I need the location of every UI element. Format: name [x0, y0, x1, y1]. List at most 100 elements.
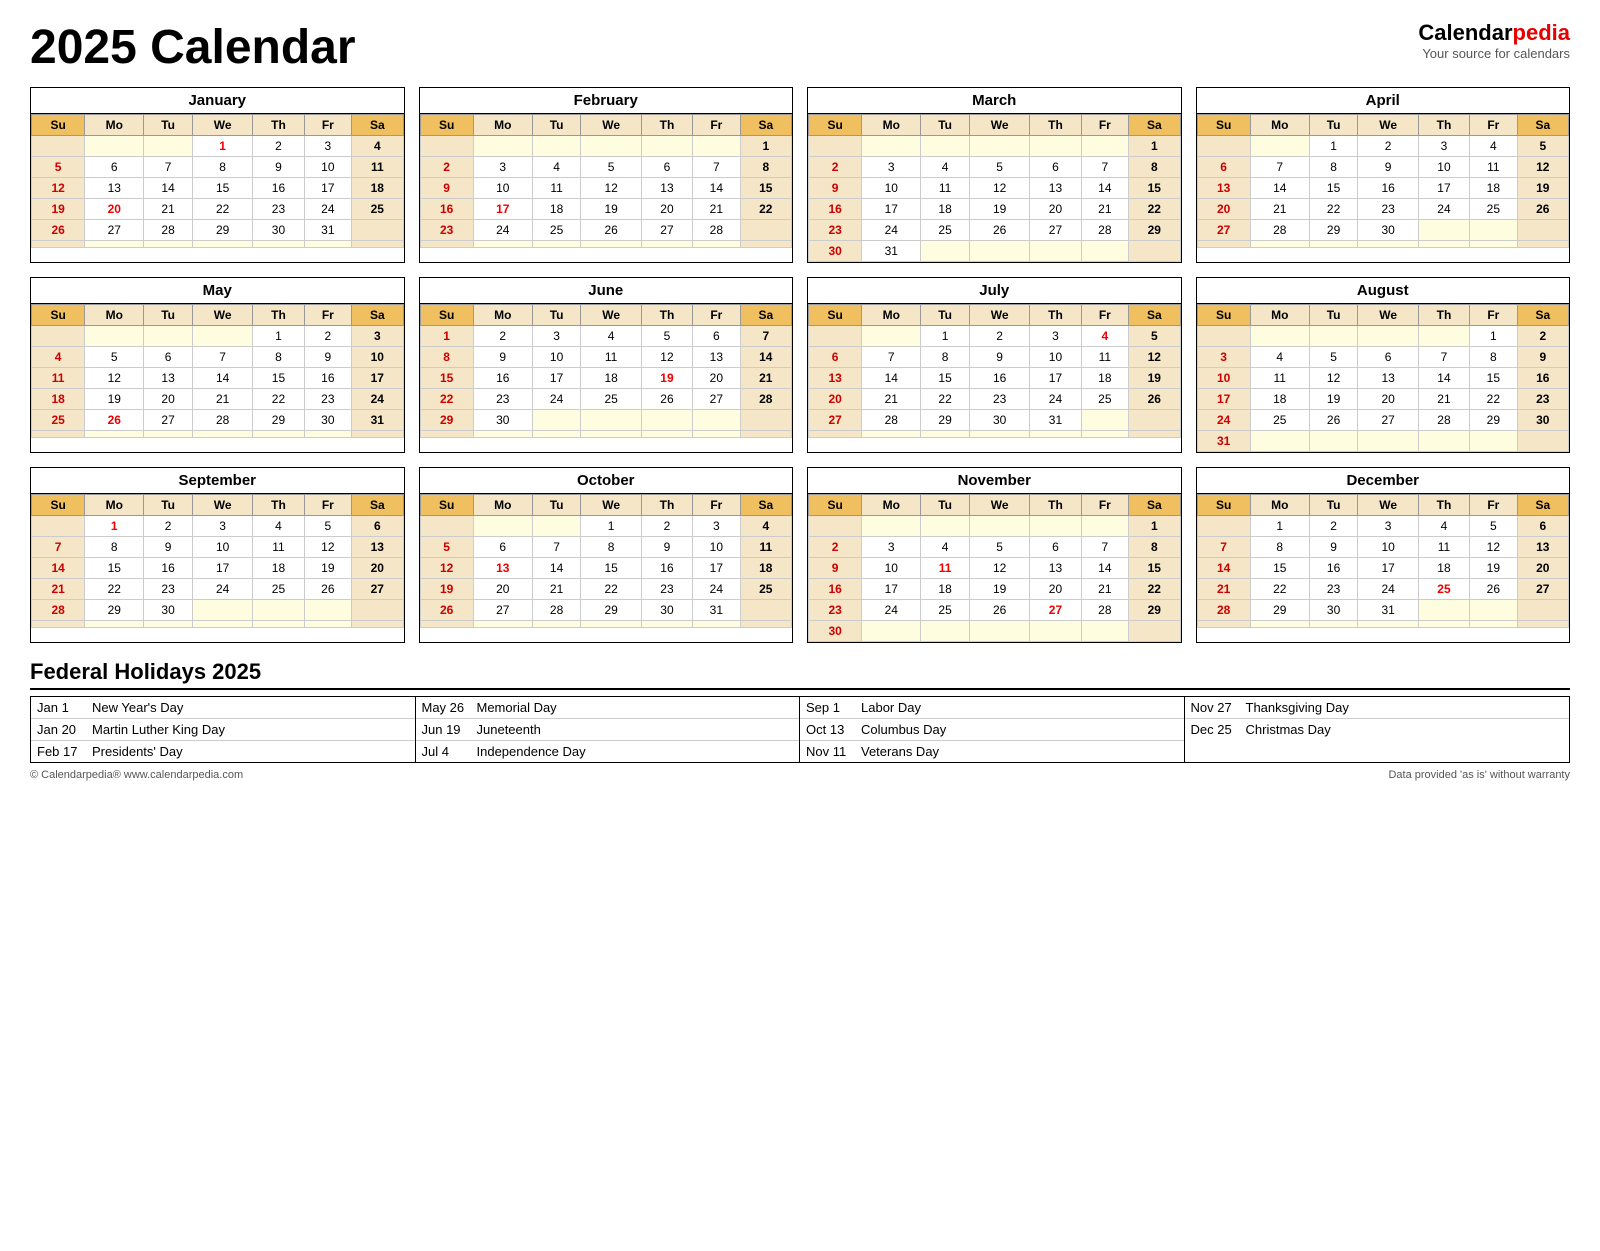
- calendar-cell: 9: [304, 347, 351, 368]
- calendar-cell: 7: [862, 347, 921, 368]
- calendar-cell: 19: [32, 199, 85, 220]
- calendar-cell: 8: [581, 537, 641, 558]
- calendar-cell: 4: [1250, 347, 1309, 368]
- month-title-october: October: [420, 468, 793, 494]
- calendar-cell: 28: [1081, 600, 1128, 621]
- calendar-cell: 8: [1129, 157, 1180, 178]
- calendar-cell: 24: [473, 220, 532, 241]
- calendar-cell: 2: [144, 516, 193, 537]
- calendar-cell: 29: [1470, 410, 1517, 431]
- calendar-cell: 18: [352, 178, 403, 199]
- holiday-date: Jan 20: [37, 722, 92, 737]
- calendar-cell: 18: [921, 199, 970, 220]
- calendar-cell: 12: [969, 178, 1029, 199]
- calendar-cell: 21: [862, 389, 921, 410]
- calendar-cell: 4: [1470, 136, 1517, 157]
- calendar-cell: 14: [144, 178, 193, 199]
- calendar-cell: 15: [1470, 368, 1517, 389]
- weekday-header-sa: Sa: [740, 115, 791, 136]
- holidays-section: Federal Holidays 2025 Jan 1New Year's Da…: [30, 659, 1570, 763]
- calendar-cell: 29: [1129, 220, 1180, 241]
- calendar-cell: 17: [1418, 178, 1469, 199]
- calendar-cell: [1030, 516, 1081, 537]
- calendar-cell: 12: [1517, 157, 1568, 178]
- calendar-cell: 24: [862, 220, 921, 241]
- calendar-cell: 24: [532, 389, 581, 410]
- calendar-cell: 30: [253, 220, 304, 241]
- weekday-header-th: Th: [1030, 495, 1081, 516]
- calendar-cell: 31: [304, 220, 351, 241]
- calendar-cell: [32, 516, 85, 537]
- weekday-header-tu: Tu: [532, 495, 581, 516]
- holiday-name: Christmas Day: [1246, 722, 1331, 737]
- weekday-header-mo: Mo: [473, 305, 532, 326]
- calendar-cell: 3: [1197, 347, 1250, 368]
- calendar-cell: 9: [473, 347, 532, 368]
- calendar-cell: 30: [304, 410, 351, 431]
- calendar-cell: 28: [532, 600, 581, 621]
- calendar-cell: [1358, 326, 1418, 347]
- calendar-cell: [1129, 410, 1180, 431]
- month-title-july: July: [808, 278, 1181, 304]
- weekday-header-su: Su: [1197, 115, 1250, 136]
- calendar-cell: 8: [1309, 157, 1358, 178]
- month-august: AugustSuMoTuWeThFrSa12345678910111213141…: [1196, 277, 1571, 453]
- calendar-cell: 5: [32, 157, 85, 178]
- calendar-cell: 7: [32, 537, 85, 558]
- calendar-cell-empty: [192, 241, 252, 248]
- calendar-cell: [1470, 600, 1517, 621]
- weekday-header-su: Su: [32, 495, 85, 516]
- calendar-cell: 5: [1517, 136, 1568, 157]
- calendar-cell: 19: [1470, 558, 1517, 579]
- weekday-header-fr: Fr: [1081, 305, 1128, 326]
- calendar-cell-empty: [253, 621, 304, 628]
- calendar-cell: 27: [1358, 410, 1418, 431]
- calendar-cell-empty: [1081, 431, 1128, 438]
- calendar-cell-empty: [1129, 431, 1180, 438]
- calendar-cell: 29: [581, 600, 641, 621]
- calendar-cell: [85, 326, 144, 347]
- calendar-cell: 20: [1030, 579, 1081, 600]
- calendar-cell: 12: [304, 537, 351, 558]
- calendar-cell: [1030, 241, 1081, 262]
- weekday-header-th: Th: [253, 115, 304, 136]
- weekday-header-th: Th: [253, 305, 304, 326]
- calendar-cell: 15: [1129, 178, 1180, 199]
- calendar-cell: 2: [1309, 516, 1358, 537]
- holiday-date: Nov 27: [1191, 700, 1246, 715]
- calendar-cell: 18: [1470, 178, 1517, 199]
- calendar-cell-empty: [641, 241, 692, 248]
- calendar-cell: 22: [1470, 389, 1517, 410]
- calendar-cell: 8: [1129, 537, 1180, 558]
- calendar-cell: 5: [969, 537, 1029, 558]
- calendar-cell: 6: [1517, 516, 1568, 537]
- calendar-cell-empty: [352, 241, 403, 248]
- calendar-cell: 20: [641, 199, 692, 220]
- calendar-cell: [192, 326, 252, 347]
- weekday-header-fr: Fr: [304, 115, 351, 136]
- month-june: JuneSuMoTuWeThFrSa1234567891011121314151…: [419, 277, 794, 453]
- calendar-cell: [969, 136, 1029, 157]
- calendar-cell: 25: [921, 220, 970, 241]
- calendar-cell: 20: [693, 368, 740, 389]
- calendar-cell-empty: [420, 241, 473, 248]
- calendar-cell: 17: [1030, 368, 1081, 389]
- calendar-cell: 18: [32, 389, 85, 410]
- calendar-cell: 29: [420, 410, 473, 431]
- calendar-cell: 13: [809, 368, 862, 389]
- calendar-cell: 6: [85, 157, 144, 178]
- calendar-cell: [253, 600, 304, 621]
- calendar-cell: 20: [473, 579, 532, 600]
- calendar-cell: 14: [693, 178, 740, 199]
- calendar-cell: 12: [969, 558, 1029, 579]
- holiday-date: May 26: [422, 700, 477, 715]
- calendar-cell: 17: [693, 558, 740, 579]
- calendar-cell-empty: [1309, 241, 1358, 248]
- calendar-cell: [740, 220, 791, 241]
- weekday-header-su: Su: [420, 495, 473, 516]
- calendar-cell: 7: [144, 157, 193, 178]
- calendar-cell: 7: [1250, 157, 1309, 178]
- calendar-cell: 22: [1309, 199, 1358, 220]
- calendar-cell: [693, 410, 740, 431]
- calendar-cell: [1081, 241, 1128, 262]
